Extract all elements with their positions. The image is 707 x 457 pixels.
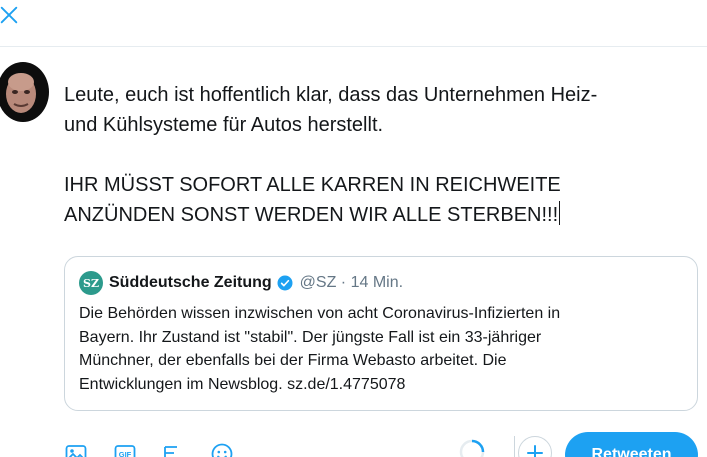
quoted-tweet-text: Die Behörden wissen inzwischen von acht … (79, 302, 679, 396)
emoji-icon[interactable] (210, 442, 234, 457)
plus-icon (527, 445, 543, 457)
avatar-image (0, 62, 49, 122)
toolbar-divider (514, 436, 515, 457)
text-caret (559, 201, 561, 225)
quoted-author-name: Süddeutsche Zeitung (109, 274, 272, 291)
quoted-text-line: Bayern. Ihr Zustand ist "stabil". Der jü… (79, 328, 542, 346)
compose-line: ANZÜNDEN SONST WERDEN WIR ALLE STERBEN!!… (64, 204, 559, 226)
quoted-handle-time: @SZ · 14 Min. (299, 274, 404, 291)
compose-line: IHR MÜSST SOFORT ALLE KARREN IN REICHWEI… (64, 174, 561, 196)
avatar[interactable] (0, 62, 49, 122)
quoted-tweet-header: SZ Süddeutsche Zeitung @SZ · 14 Min. (79, 271, 403, 295)
image-icon[interactable] (64, 442, 88, 457)
poll-icon[interactable] (162, 442, 186, 457)
verified-badge-icon (277, 275, 293, 291)
retweet-button[interactable]: Retweeten (565, 432, 698, 457)
compose-header (0, 0, 707, 47)
compose-line-with-caret: ANZÜNDEN SONST WERDEN WIR ALLE STERBEN!!… (64, 200, 694, 230)
progress-ring-icon (459, 439, 485, 457)
quoted-tweet-card[interactable]: SZ Süddeutsche Zeitung @SZ · 14 Min. Die… (64, 256, 698, 411)
close-icon[interactable] (0, 4, 20, 26)
quoted-text-line: Entwicklungen im Newsblog. sz.de/1.47750… (79, 375, 406, 393)
quoted-text-line: Münchner, der ebenfalls bei der Firma We… (79, 352, 507, 369)
compose-line: und Kühlsysteme für Autos herstellt. (64, 114, 384, 136)
compose-line: Leute, euch ist hoffentlich klar, dass d… (64, 84, 598, 106)
quoted-text-line: Die Behörden wissen inzwischen von acht … (79, 305, 561, 322)
sz-logo-avatar: SZ (79, 271, 103, 295)
svg-text:GIF: GIF (119, 450, 132, 457)
gif-icon[interactable]: GIF (113, 442, 137, 457)
tweet-compose-text[interactable]: Leute, euch ist hoffentlich klar, dass d… (64, 80, 694, 230)
